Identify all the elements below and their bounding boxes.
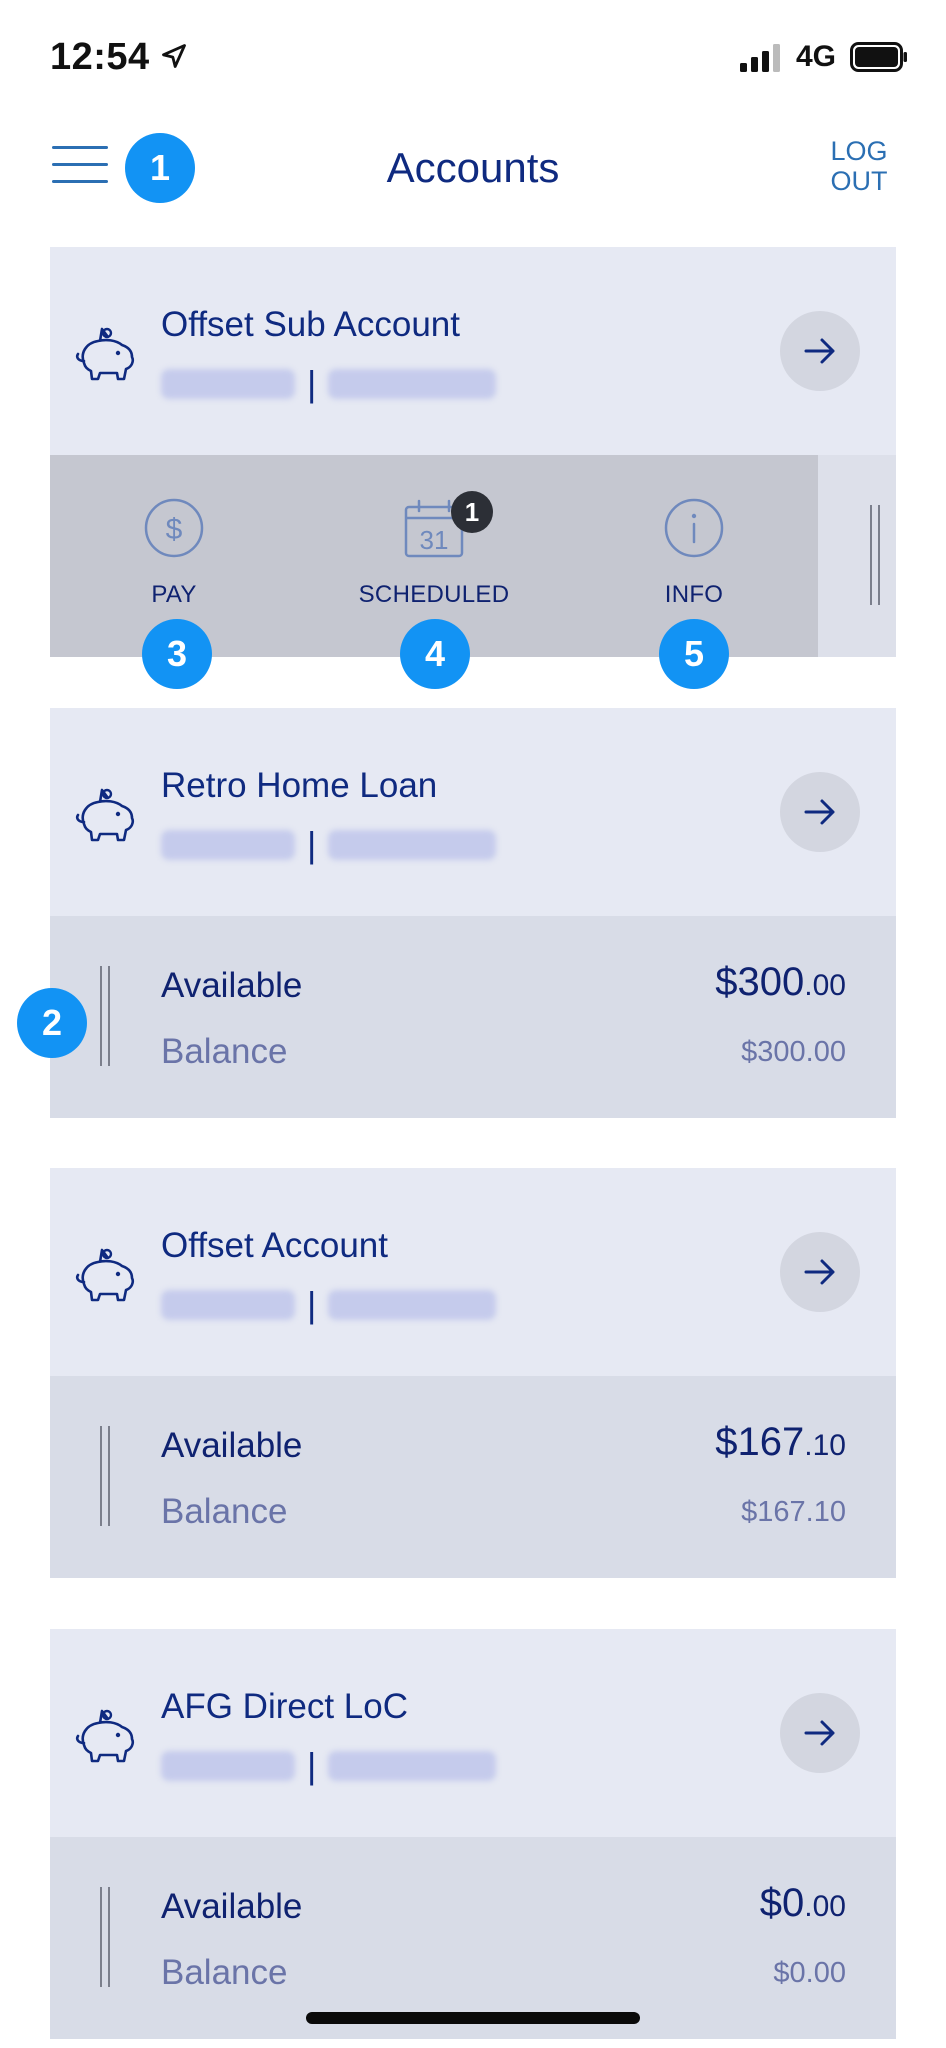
home-indicator[interactable]	[306, 2012, 640, 2024]
drag-handle[interactable]	[100, 1887, 110, 1987]
balance-label: Balance	[161, 1953, 288, 1992]
piggy-bank-icon	[75, 327, 135, 381]
account-card-offset-sub: Offset Sub Account | $ PAY 31 1 SCHEDULE…	[50, 247, 896, 657]
drag-handle[interactable]	[100, 966, 110, 1066]
available-amount: $0.00	[760, 1881, 846, 1926]
status-time: 12:54	[50, 36, 150, 78]
available-label: Available	[161, 966, 303, 1005]
open-account-button[interactable]	[780, 311, 860, 391]
account-number-redacted: |	[161, 1284, 497, 1325]
callout-badge-5: 5	[659, 619, 729, 689]
available-label: Available	[161, 1887, 303, 1926]
info-circle-icon	[664, 498, 724, 558]
separator: |	[307, 363, 317, 404]
account-header[interactable]: Offset Account |	[50, 1168, 896, 1376]
available-dollars: $300	[715, 960, 805, 1004]
open-account-button[interactable]	[780, 1232, 860, 1312]
account-header[interactable]: Offset Sub Account |	[50, 247, 896, 455]
drag-handle[interactable]	[100, 1426, 110, 1526]
pay-action[interactable]: $ PAY	[74, 497, 274, 609]
account-header[interactable]: AFG Direct LoC |	[50, 1629, 896, 1837]
redacted-account-number	[328, 1290, 497, 1320]
available-cents: .10	[804, 1429, 846, 1462]
callout-badge-4: 4	[400, 619, 470, 689]
account-number-redacted: |	[161, 824, 497, 865]
open-account-button[interactable]	[780, 1693, 860, 1773]
balance-label: Balance	[161, 1032, 288, 1071]
account-balance-panel: Available Balance $300.00 $300.00	[50, 916, 896, 1118]
callout-badge-1: 1	[125, 133, 195, 203]
separator: |	[307, 1284, 317, 1325]
arrow-right-icon	[804, 799, 835, 825]
scheduled-label: SCHEDULED	[358, 581, 510, 608]
available-cents: .00	[804, 969, 846, 1002]
balance-amount: $167.10	[741, 1496, 846, 1528]
location-arrow-icon	[162, 44, 186, 68]
svg-text:31: 31	[420, 525, 449, 555]
redacted-account-number	[328, 369, 497, 399]
network-type: 4G	[796, 40, 837, 73]
battery-icon	[850, 42, 907, 72]
account-balance-panel: Available Balance $167.10 $167.10	[50, 1376, 896, 1578]
available-label: Available	[161, 1426, 303, 1465]
account-name: Offset Account	[161, 1226, 388, 1265]
redacted-bsb	[161, 1751, 295, 1781]
drag-handle[interactable]	[870, 505, 880, 605]
account-number-redacted: |	[161, 1745, 497, 1786]
arrow-right-icon	[804, 338, 835, 364]
info-label: INFO	[664, 581, 724, 608]
account-name: Retro Home Loan	[161, 766, 438, 805]
scheduled-count-badge: 1	[451, 491, 493, 533]
redacted-bsb	[161, 1290, 295, 1320]
account-name: Offset Sub Account	[161, 305, 460, 344]
balance-label: Balance	[161, 1492, 288, 1531]
logout-label-line1: LOG	[830, 136, 888, 166]
arrow-right-icon	[804, 1720, 835, 1746]
callout-badge-3: 3	[142, 619, 212, 689]
account-card-afg-direct-loc: AFG Direct LoC | Available Balance $0.00…	[50, 1629, 896, 2039]
available-amount: $167.10	[715, 1420, 846, 1465]
available-amount: $300.00	[715, 960, 846, 1005]
status-bar: 12:54 4G	[0, 0, 946, 110]
piggy-bank-icon	[75, 1248, 135, 1302]
dollar-circle-icon: $	[144, 498, 204, 558]
available-dollars: $0	[759, 1881, 805, 1925]
arrow-right-icon	[804, 1259, 835, 1285]
svg-text:$: $	[166, 513, 183, 546]
account-card-offset: Offset Account | Available Balance $167.…	[50, 1168, 896, 1578]
account-card-retro-home-loan: Retro Home Loan | Available Balance $300…	[50, 708, 896, 1118]
piggy-bank-icon	[75, 1709, 135, 1763]
piggy-bank-icon	[75, 788, 135, 842]
account-header[interactable]: Retro Home Loan |	[50, 708, 896, 916]
balance-amount: $300.00	[741, 1036, 846, 1068]
pay-label: PAY	[151, 581, 197, 608]
logout-label-line2: OUT	[830, 166, 888, 196]
redacted-bsb	[161, 369, 295, 399]
account-name: AFG Direct LoC	[161, 1687, 408, 1726]
open-account-button[interactable]	[780, 772, 860, 852]
cellular-signal-icon	[740, 44, 780, 72]
separator: |	[307, 824, 317, 865]
available-dollars: $167	[715, 1420, 805, 1464]
scheduled-action[interactable]: 31 1 SCHEDULED	[334, 491, 534, 609]
available-cents: .00	[804, 1890, 846, 1923]
balance-amount: $0.00	[773, 1957, 846, 1989]
account-number-redacted: |	[161, 363, 497, 404]
separator: |	[307, 1745, 317, 1786]
account-balance-panel: Available Balance $0.00 $0.00	[50, 1837, 896, 2039]
redacted-bsb	[161, 830, 295, 860]
info-action[interactable]: INFO	[594, 497, 794, 609]
callout-badge-2: 2	[17, 988, 87, 1058]
redacted-account-number	[328, 830, 497, 860]
logout-button[interactable]: LOG OUT	[824, 136, 894, 196]
redacted-account-number	[328, 1751, 497, 1781]
